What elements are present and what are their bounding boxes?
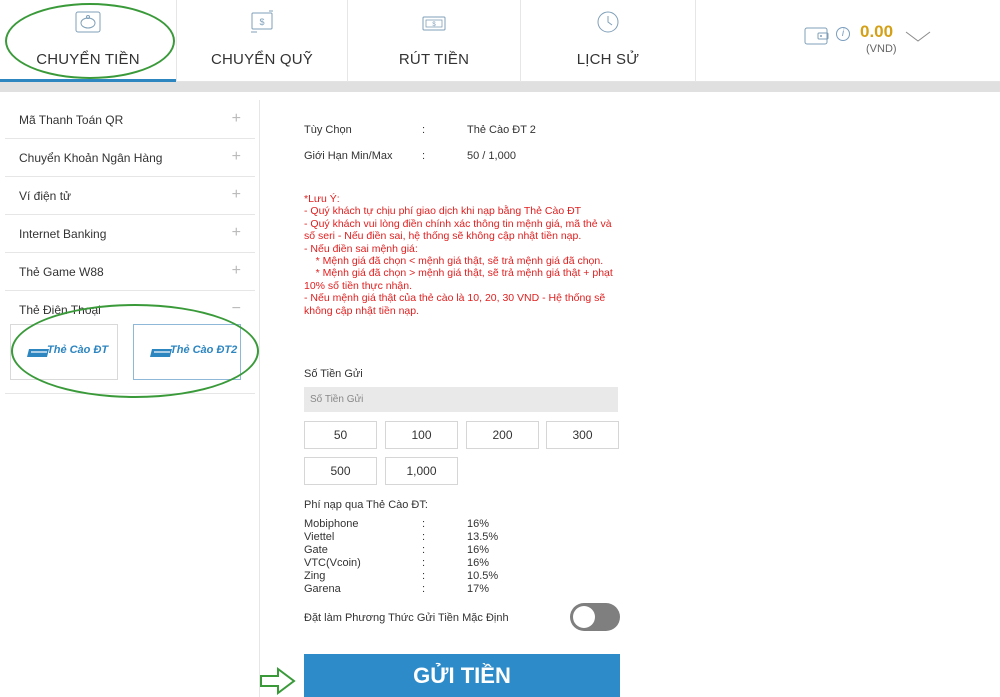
- card-label: Thẻ Cào ĐT2: [170, 344, 238, 356]
- sidebar-item-qr[interactable]: Mã Thanh Toán QR +: [5, 101, 255, 139]
- fee-provider: Zing: [304, 570, 326, 582]
- preset-1000-button[interactable]: 1,000: [385, 457, 458, 485]
- tab-label: CHUYỂN TIỀN: [36, 51, 140, 68]
- fee-separator: :: [422, 557, 426, 569]
- option-separator: :: [422, 124, 426, 136]
- expand-icon: +: [231, 110, 241, 127]
- fee-row: Garena : 17%: [304, 583, 624, 596]
- sidebar-item-bank-transfer[interactable]: Chuyển Khoản Ngân Hàng +: [5, 139, 255, 177]
- expand-icon: +: [231, 186, 241, 203]
- sidebar-item-label: Thẻ Game W88: [19, 265, 104, 279]
- fee-separator: :: [422, 583, 426, 595]
- fee-provider: Mobiphone: [304, 518, 359, 530]
- svg-text:$: $: [259, 17, 264, 27]
- expand-icon: +: [231, 224, 241, 241]
- fee-rate: 17%: [467, 583, 490, 595]
- fee-rate: 16%: [467, 557, 490, 569]
- amount-label: Số Tiền Gửi: [304, 368, 363, 380]
- preset-100-button[interactable]: 100: [385, 421, 458, 449]
- tab-label: LỊCH SỬ: [576, 51, 640, 68]
- fee-row: VTC(Vcoin) : 16%: [304, 557, 624, 570]
- fee-provider: Viettel: [304, 531, 335, 543]
- option-label: Tùy Chọn: [304, 124, 352, 136]
- tab-rut-tien[interactable]: $ RÚT TIỀN: [348, 0, 520, 82]
- sidebar-item-label: Internet Banking: [19, 227, 107, 241]
- tab-lich-su[interactable]: LỊCH SỬ: [521, 0, 695, 82]
- preset-300-button[interactable]: 300: [546, 421, 619, 449]
- sidebar-item-internet-banking[interactable]: Internet Banking +: [5, 215, 255, 253]
- header-divider-bar: [0, 82, 1000, 92]
- option-value: Thẻ Cào ĐT 2: [467, 124, 536, 136]
- sidebar-item-label: Ví điện tử: [19, 189, 72, 203]
- fee-separator: :: [422, 531, 426, 543]
- default-method-toggle[interactable]: [570, 603, 620, 631]
- tab-label: RÚT TIỀN: [398, 51, 470, 68]
- amount-input[interactable]: [304, 387, 618, 412]
- balance-amount: 0.00: [860, 22, 894, 41]
- fee-row: Zing : 10.5%: [304, 570, 624, 583]
- default-method-label: Đặt làm Phương Thức Gửi Tiền Mặc Định: [304, 612, 509, 624]
- fee-rate: 16%: [467, 544, 490, 556]
- history-icon: [597, 11, 619, 33]
- chevron-down-icon[interactable]: [904, 30, 932, 44]
- limit-value: 50 / 1,000: [467, 150, 516, 162]
- cash-icon: $: [422, 16, 446, 31]
- fee-rate: 16%: [467, 518, 490, 530]
- fee-rate: 13.5%: [467, 531, 499, 543]
- piggy-bank-icon: [75, 11, 101, 33]
- fee-row: Viettel : 13.5%: [304, 531, 624, 544]
- expand-icon: +: [231, 148, 241, 165]
- card-label: Thẻ Cào ĐT: [47, 344, 109, 356]
- phone-card-options: Thẻ Cào ĐT Thẻ Cào ĐT2: [5, 322, 255, 394]
- collapse-icon: −: [231, 300, 241, 317]
- card-option-the-cao-dt2[interactable]: Thẻ Cào ĐT2: [133, 324, 241, 380]
- preset-500-button[interactable]: 500: [304, 457, 377, 485]
- top-nav: CHUYỂN TIỀN $ CHUYỂN QUỸ $ RÚT TIỀN LỊCH…: [0, 0, 1000, 82]
- limit-label: Giới Hạn Min/Max: [304, 150, 393, 162]
- submit-button[interactable]: GỬI TIỀN: [304, 654, 620, 697]
- fee-rate: 10.5%: [467, 570, 499, 582]
- tab-chuyen-quy[interactable]: $ CHUYỂN QUỸ: [177, 0, 347, 82]
- wallet-icon[interactable]: [804, 24, 830, 46]
- sidebar-item-label: Thẻ Điện Thoại: [19, 303, 101, 317]
- fee-provider: Gate: [304, 544, 328, 556]
- fee-separator: :: [422, 518, 426, 530]
- fee-provider: Garena: [304, 583, 341, 595]
- balance-currency: (VND): [866, 43, 897, 55]
- fee-title: Phí nạp qua Thẻ Cào ĐT:: [304, 499, 428, 511]
- arrow-right-icon: [260, 667, 296, 695]
- sidebar-item-e-wallet[interactable]: Ví điện tử +: [5, 177, 255, 215]
- toggle-knob: [573, 606, 595, 628]
- card-option-the-cao-dt[interactable]: Thẻ Cào ĐT: [10, 324, 118, 380]
- expand-icon: +: [231, 262, 241, 279]
- tab-label: CHUYỂN QUỸ: [210, 51, 313, 68]
- tab-chuyen-tien[interactable]: CHUYỂN TIỀN: [0, 0, 176, 82]
- fee-separator: :: [422, 570, 426, 582]
- info-icon[interactable]: i: [836, 27, 850, 41]
- fee-row: Gate : 16%: [304, 544, 624, 557]
- fee-separator: :: [422, 544, 426, 556]
- fee-row: Mobiphone : 16%: [304, 518, 624, 531]
- limit-separator: :: [422, 150, 426, 162]
- preset-50-button[interactable]: 50: [304, 421, 377, 449]
- transfer-icon: $: [251, 10, 273, 33]
- notice-text: *Lưu Ý: - Quý khách tự chịu phí giao dịc…: [304, 193, 613, 317]
- tab-divider: [695, 0, 696, 82]
- fee-provider: VTC(Vcoin): [304, 557, 361, 569]
- sidebar-item-label: Mã Thanh Toán QR: [19, 113, 124, 127]
- sidebar-item-game-card[interactable]: Thẻ Game W88 +: [5, 253, 255, 291]
- preset-200-button[interactable]: 200: [466, 421, 539, 449]
- sidebar-item-label: Chuyển Khoản Ngân Hàng: [19, 151, 163, 165]
